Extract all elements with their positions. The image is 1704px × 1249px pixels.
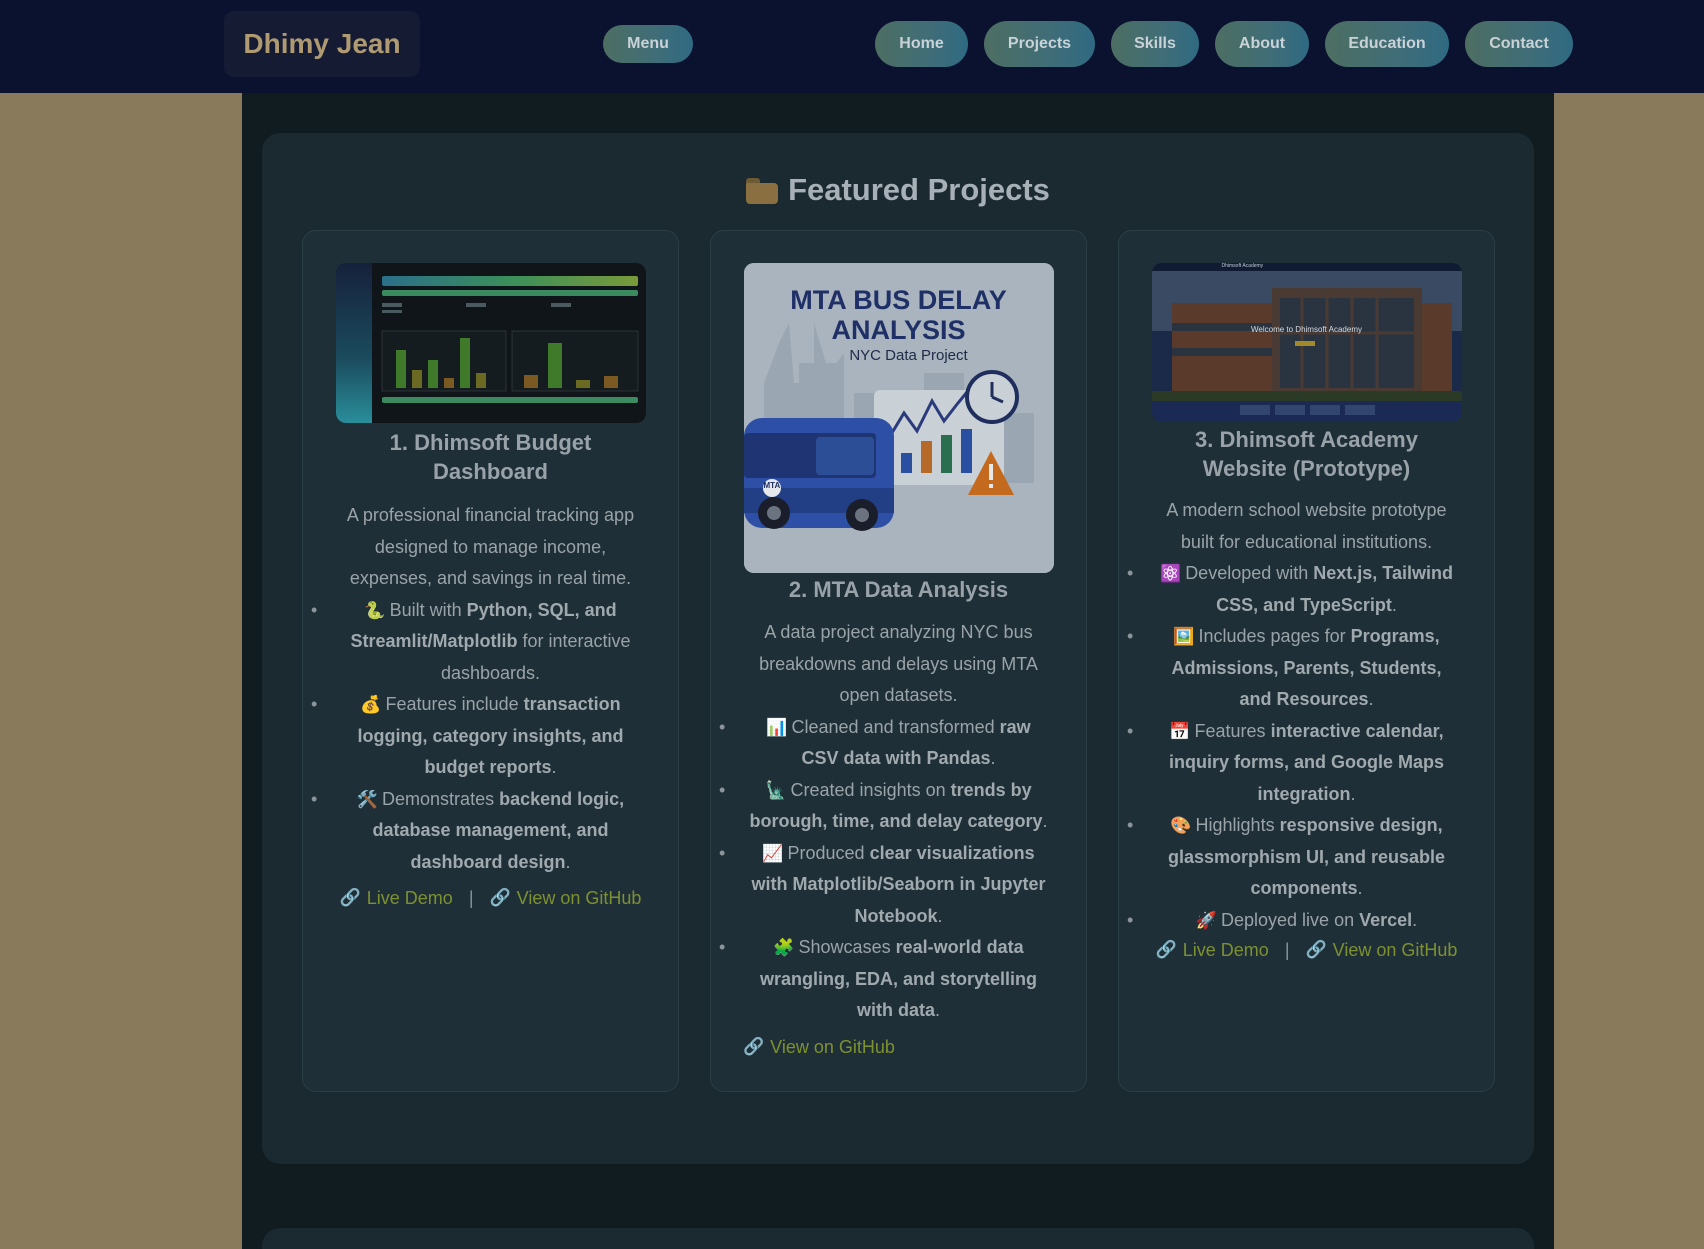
project-description: A data project analyzing NYC bus breakdo…: [759, 622, 1038, 705]
live-demo-link[interactable]: 🔗 Live Demo: [1156, 936, 1269, 964]
project-links: 🔗 Live Demo | 🔗 View on GitHub: [335, 884, 646, 912]
project-links: 🔗 Live Demo | 🔗 View on GitHub: [1151, 936, 1462, 964]
nav-skills[interactable]: Skills: [1111, 21, 1199, 67]
link-icon: 🔗: [1155, 940, 1177, 959]
nav-contact[interactable]: Contact: [1465, 21, 1573, 67]
next-section: [262, 1228, 1534, 1249]
calendar-icon: 📅: [1169, 721, 1191, 741]
link-separator: |: [1284, 940, 1290, 960]
feature-list: ⚛️Developed with Next.js, Tailwind CSS, …: [1127, 558, 1462, 937]
brand-logo[interactable]: Dhimy Jean: [224, 11, 420, 77]
project-title: 1. Dhimsoft Budget Dashboard: [389, 430, 592, 484]
academy-website-screenshot[interactable]: Dhimsoft Academy Welcome to Dhimsoft Aca…: [1151, 263, 1462, 422]
github-link[interactable]: 🔗 View on GitHub: [1306, 936, 1458, 964]
puzzle-piece-icon: 🧩: [773, 938, 795, 957]
nav-education[interactable]: Education: [1325, 21, 1449, 67]
section-title-text: Featured Projects: [788, 172, 1050, 207]
nav-about[interactable]: About: [1215, 21, 1309, 67]
project-links: 🔗 View on GitHub: [743, 1033, 1054, 1061]
palette-icon: 🎨: [1170, 816, 1192, 835]
github-link[interactable]: 🔗 View on GitHub: [743, 1033, 895, 1061]
github-link[interactable]: 🔗 View on GitHub: [490, 884, 642, 912]
nav-projects[interactable]: Projects: [984, 21, 1095, 67]
feature-item: 📅Features interactive calendar, inquiry …: [1127, 716, 1462, 811]
project-title: 2. MTA Data Analysis: [788, 577, 1009, 602]
framed-picture-icon: 🖼️: [1173, 627, 1195, 646]
academy-site-header: Dhimsoft Academy: [1221, 263, 1264, 269]
budget-dashboard-screenshot[interactable]: [335, 263, 646, 423]
chart-increasing-icon: 📈: [762, 843, 784, 863]
feature-item: 🎨Highlights responsive design, glassmorp…: [1127, 810, 1462, 905]
money-bag-icon: 💰: [360, 695, 382, 714]
link-icon: 🔗: [743, 1036, 765, 1056]
snake-icon: 🐍: [364, 600, 386, 620]
mta-image-title: MTA BUS DELAY ANALYSIS: [790, 285, 1007, 345]
project-description: A professional financial tracking app de…: [346, 505, 635, 588]
feature-item: 🐍Built with Python, SQL, and Streamlit/M…: [311, 595, 646, 690]
atom-icon: ⚛️: [1160, 564, 1182, 583]
nav-home[interactable]: Home: [875, 21, 968, 67]
feature-item: 📊Cleaned and transformed raw CSV data wi…: [719, 712, 1054, 775]
link-icon: 🔗: [489, 888, 511, 907]
project-card-mta-analysis: MTA BUS DELAY ANALYSIS NYC Data Project …: [710, 230, 1087, 1092]
feature-item: ⚛️Developed with Next.js, Tailwind CSS, …: [1127, 558, 1462, 621]
feature-item: 🧩Showcases real-world data wrangling, ED…: [719, 932, 1054, 1027]
project-card-academy-website: Dhimsoft Academy Welcome to Dhimsoft Aca…: [1118, 230, 1495, 1092]
project-description: A modern school website prototype built …: [1166, 500, 1447, 552]
link-icon: 🔗: [1305, 940, 1327, 959]
feature-list: 📊Cleaned and transformed raw CSV data wi…: [719, 712, 1054, 1027]
feature-item: 🛠️Demonstrates backend logic, database m…: [311, 784, 646, 879]
feature-item: 🚀Deployed live on Vercel.: [1127, 905, 1462, 937]
feature-item: 🗽Created insights on trends by borough, …: [719, 775, 1054, 838]
link-icon: 🔗: [339, 888, 361, 907]
folder-icon: [746, 178, 779, 204]
statue-of-liberty-icon: 🗽: [765, 780, 787, 800]
top-navbar: Dhimy Jean Menu Home Projects Skills Abo…: [0, 0, 1704, 93]
feature-list: 🐍Built with Python, SQL, and Streamlit/M…: [311, 595, 646, 879]
menu-button[interactable]: Menu: [603, 25, 693, 63]
link-separator: |: [468, 888, 474, 908]
bar-chart-icon: 📊: [766, 717, 788, 737]
mta-analysis-image[interactable]: MTA BUS DELAY ANALYSIS NYC Data Project …: [743, 263, 1054, 573]
feature-item: 📈Produced clear visualizations with Matp…: [719, 838, 1054, 933]
mta-image-subtitle: NYC Data Project: [849, 347, 968, 364]
tools-icon: 🛠️: [356, 789, 379, 809]
project-card-budget-dashboard: 1. Dhimsoft Budget Dashboard A professio…: [302, 230, 679, 1092]
feature-item: 💰Features include transaction logging, c…: [311, 689, 646, 784]
mta-bus-logo: MTA: [763, 481, 781, 490]
feature-item: 🖼️Includes pages for Programs, Admission…: [1127, 621, 1462, 716]
project-title: 3. Dhimsoft Academy Website (Prototype): [1195, 427, 1418, 481]
academy-welcome-text: Welcome to Dhimsoft Academy: [1250, 325, 1362, 334]
rocket-icon: 🚀: [1195, 910, 1217, 930]
section-title: Featured Projects: [262, 172, 1534, 208]
live-demo-link[interactable]: 🔗 Live Demo: [340, 884, 453, 912]
